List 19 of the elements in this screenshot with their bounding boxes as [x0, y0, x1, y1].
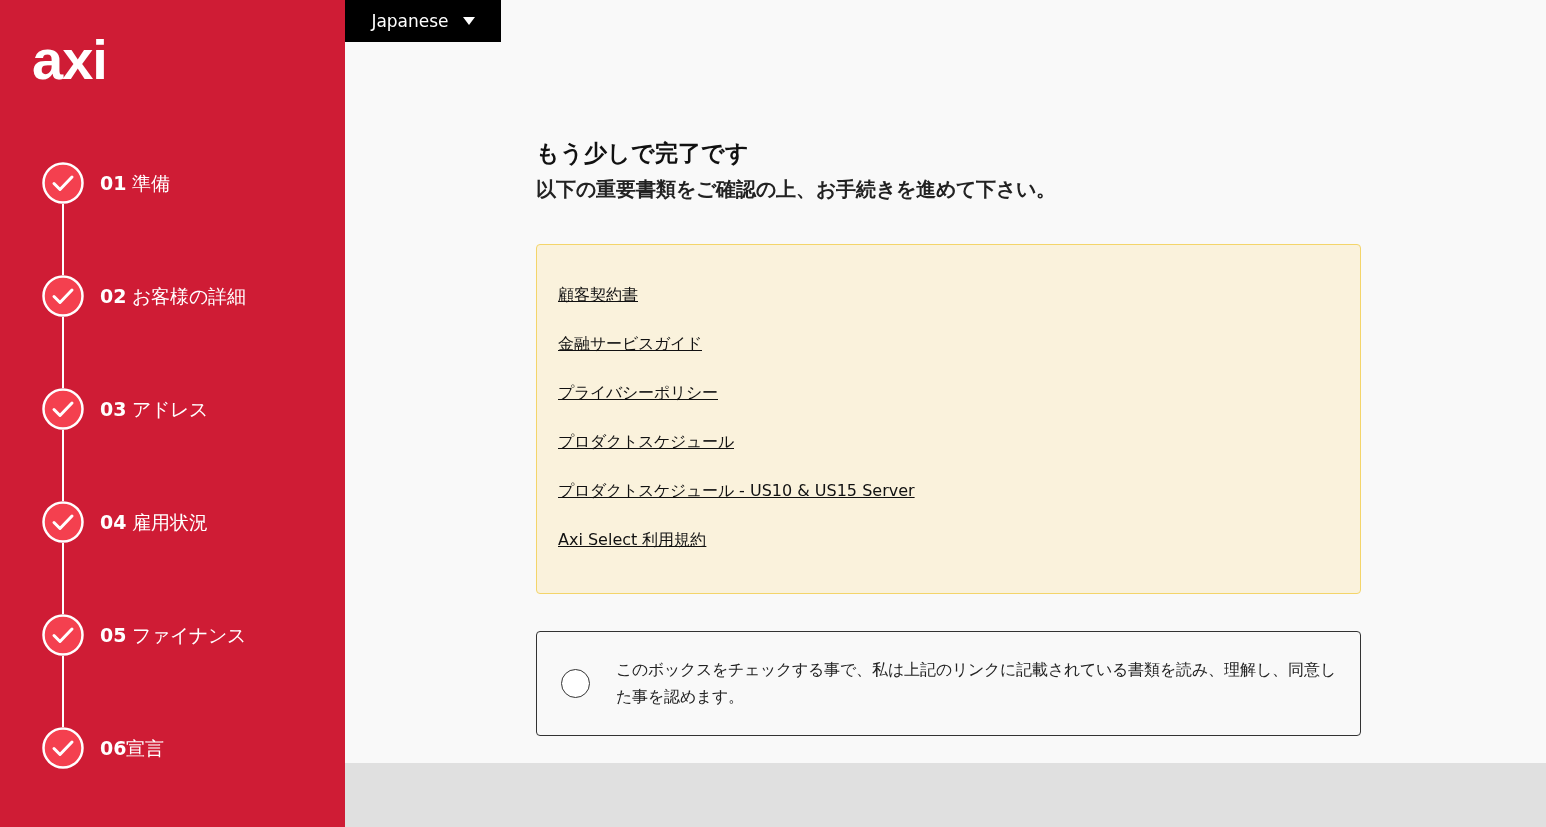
- step-label: 01 準備: [100, 171, 171, 195]
- agreement-text: このボックスをチェックする事で、私は上記のリンクに記載されている書類を読み、理解し、同意した事を認めます。: [616, 659, 1336, 708]
- step-label: 04 雇用状況: [100, 510, 209, 534]
- logo: axi: [32, 30, 107, 90]
- step-label: 03 アドレス: [100, 397, 209, 421]
- document-link[interactable]: 顧客契約書: [558, 285, 638, 304]
- step-label: 06宣言: [100, 736, 165, 760]
- document-link[interactable]: 金融サービスガイド: [558, 334, 702, 353]
- document-link[interactable]: Axi Select 利用規約: [558, 530, 707, 549]
- step-label: 05 ファイナンス: [100, 623, 247, 647]
- page-heading: もう少しで完了です: [536, 139, 750, 168]
- document-link[interactable]: プロダクトスケジュール: [558, 432, 734, 451]
- page-subheading: 以下の重要書類をご確認の上、お手続きを進めて下さい。: [536, 176, 1057, 203]
- language-dropdown[interactable]: Japanese: [345, 0, 501, 42]
- document-link[interactable]: プライバシーポリシー: [558, 383, 718, 402]
- caret-icon: [462, 17, 475, 25]
- step-label: 02 お客様の詳細: [100, 284, 247, 308]
- document-link[interactable]: プロダクトスケジュール - US10 & US15 Server: [558, 481, 915, 500]
- agreement-checkbox[interactable]: [561, 669, 590, 698]
